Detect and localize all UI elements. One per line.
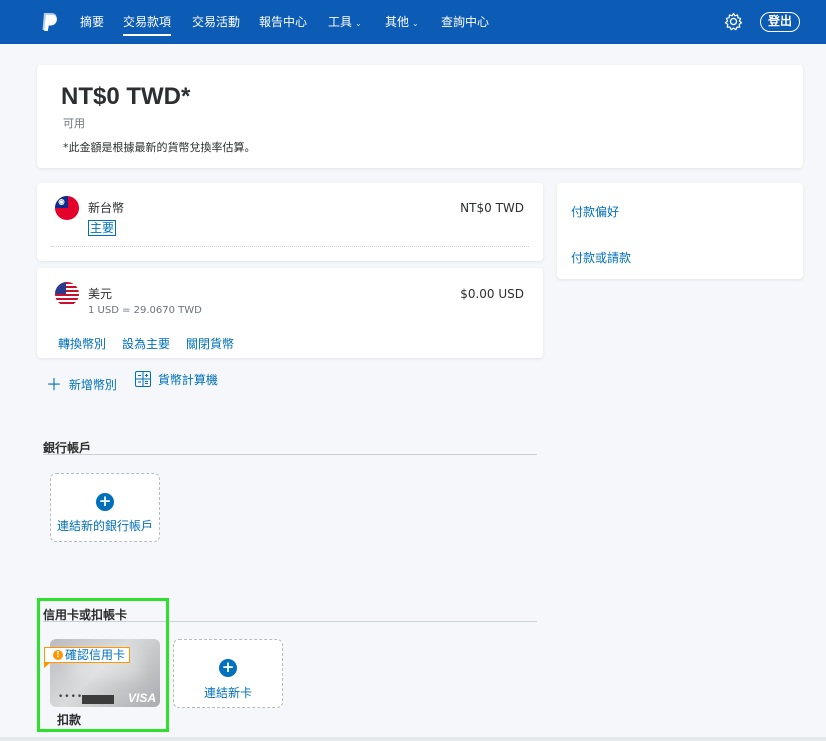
nav-activity-label: 交易活動 [192, 15, 241, 29]
balance-amount: NT$0 TWD* [61, 83, 191, 110]
nav-payments-label: 交易款項 [123, 15, 172, 29]
currency-card-twd: 新台幣 主要 NT$0 TWD [37, 183, 543, 261]
nav-more-label: 其他 [385, 15, 410, 29]
nav-resolution[interactable]: 查詢中心 [441, 14, 489, 30]
balance-note: *此金額是根據最新的貨幣兌換率估算。 [63, 141, 256, 154]
highlight-box [37, 598, 169, 732]
primary-badge: 主要 [88, 220, 117, 236]
balance-card: NT$0 TWD* 可用 *此金額是根據最新的貨幣兌換率估算。 [37, 65, 803, 168]
divider [51, 246, 529, 247]
link-bank-button[interactable]: + 連結新的銀行帳戶 [50, 473, 160, 542]
section-divider [43, 454, 537, 455]
currency-amount-usd: $0.00 USD [460, 287, 524, 301]
nav-reports[interactable]: 報告中心 [259, 14, 307, 30]
currency-name-usd: 美元 [88, 287, 113, 301]
logout-button[interactable]: 登出 [760, 12, 800, 32]
nav-tools-label: 工具 [328, 15, 353, 29]
gear-icon[interactable] [724, 12, 743, 31]
calculator-icon [135, 371, 151, 387]
nav-tools[interactable]: 工具 ⌄ [328, 14, 362, 32]
add-currency-button[interactable]: ＋ 新增幣別 [46, 371, 117, 395]
side-links-card: 付款偏好 付款或請款 [557, 183, 803, 279]
nav-reports-label: 報告中心 [259, 15, 308, 29]
currency-card-usd: 美元 1 USD = 29.0670 TWD $0.00 USD 轉換幣別 設為… [37, 268, 543, 358]
exchange-rate: 1 USD = 29.0670 TWD [88, 305, 202, 316]
nav-more[interactable]: 其他 ⌄ [385, 14, 419, 32]
nav-activity[interactable]: 交易活動 [192, 14, 240, 30]
currency-amount-twd: NT$0 TWD [460, 201, 524, 215]
nav-payments[interactable]: 交易款項 [123, 14, 172, 36]
taiwan-flag-icon [55, 196, 79, 220]
currency-calculator-button[interactable]: 貨幣計算機 [135, 371, 218, 388]
payment-preferences-link[interactable]: 付款偏好 [571, 203, 619, 220]
close-currency-link[interactable]: 關閉貨幣 [186, 335, 234, 352]
balance-available-label: 可用 [63, 117, 85, 130]
set-primary-link[interactable]: 設為主要 [122, 335, 170, 352]
link-card-button[interactable]: + 連結新卡 [173, 639, 283, 708]
send-request-link[interactable]: 付款或請款 [571, 249, 631, 266]
chevron-down-icon: ⌄ [355, 19, 362, 28]
nav-resolution-label: 查詢中心 [441, 15, 490, 29]
paypal-logo[interactable] [38, 11, 60, 33]
plus-icon: ＋ [46, 375, 63, 394]
top-nav: 摘要 交易款項 交易活動 報告中心 工具 ⌄ 其他 ⌄ 查詢中心 登出 [0, 0, 826, 44]
add-circle-icon: + [96, 493, 114, 511]
convert-currency-link[interactable]: 轉換幣別 [58, 335, 106, 352]
link-bank-label: 連結新的銀行帳戶 [56, 519, 153, 533]
currency-calculator-label: 貨幣計算機 [157, 373, 218, 387]
nav-summary[interactable]: 摘要 [80, 14, 104, 30]
link-card-label: 連結新卡 [203, 686, 252, 700]
bottom-strip [0, 737, 826, 741]
currency-name-twd: 新台幣 [88, 201, 125, 215]
add-circle-icon: + [219, 659, 237, 677]
nav-summary-label: 摘要 [80, 15, 105, 29]
us-flag-icon [55, 282, 79, 306]
chevron-down-icon: ⌄ [412, 19, 419, 28]
add-currency-label: 新增幣別 [68, 378, 117, 392]
